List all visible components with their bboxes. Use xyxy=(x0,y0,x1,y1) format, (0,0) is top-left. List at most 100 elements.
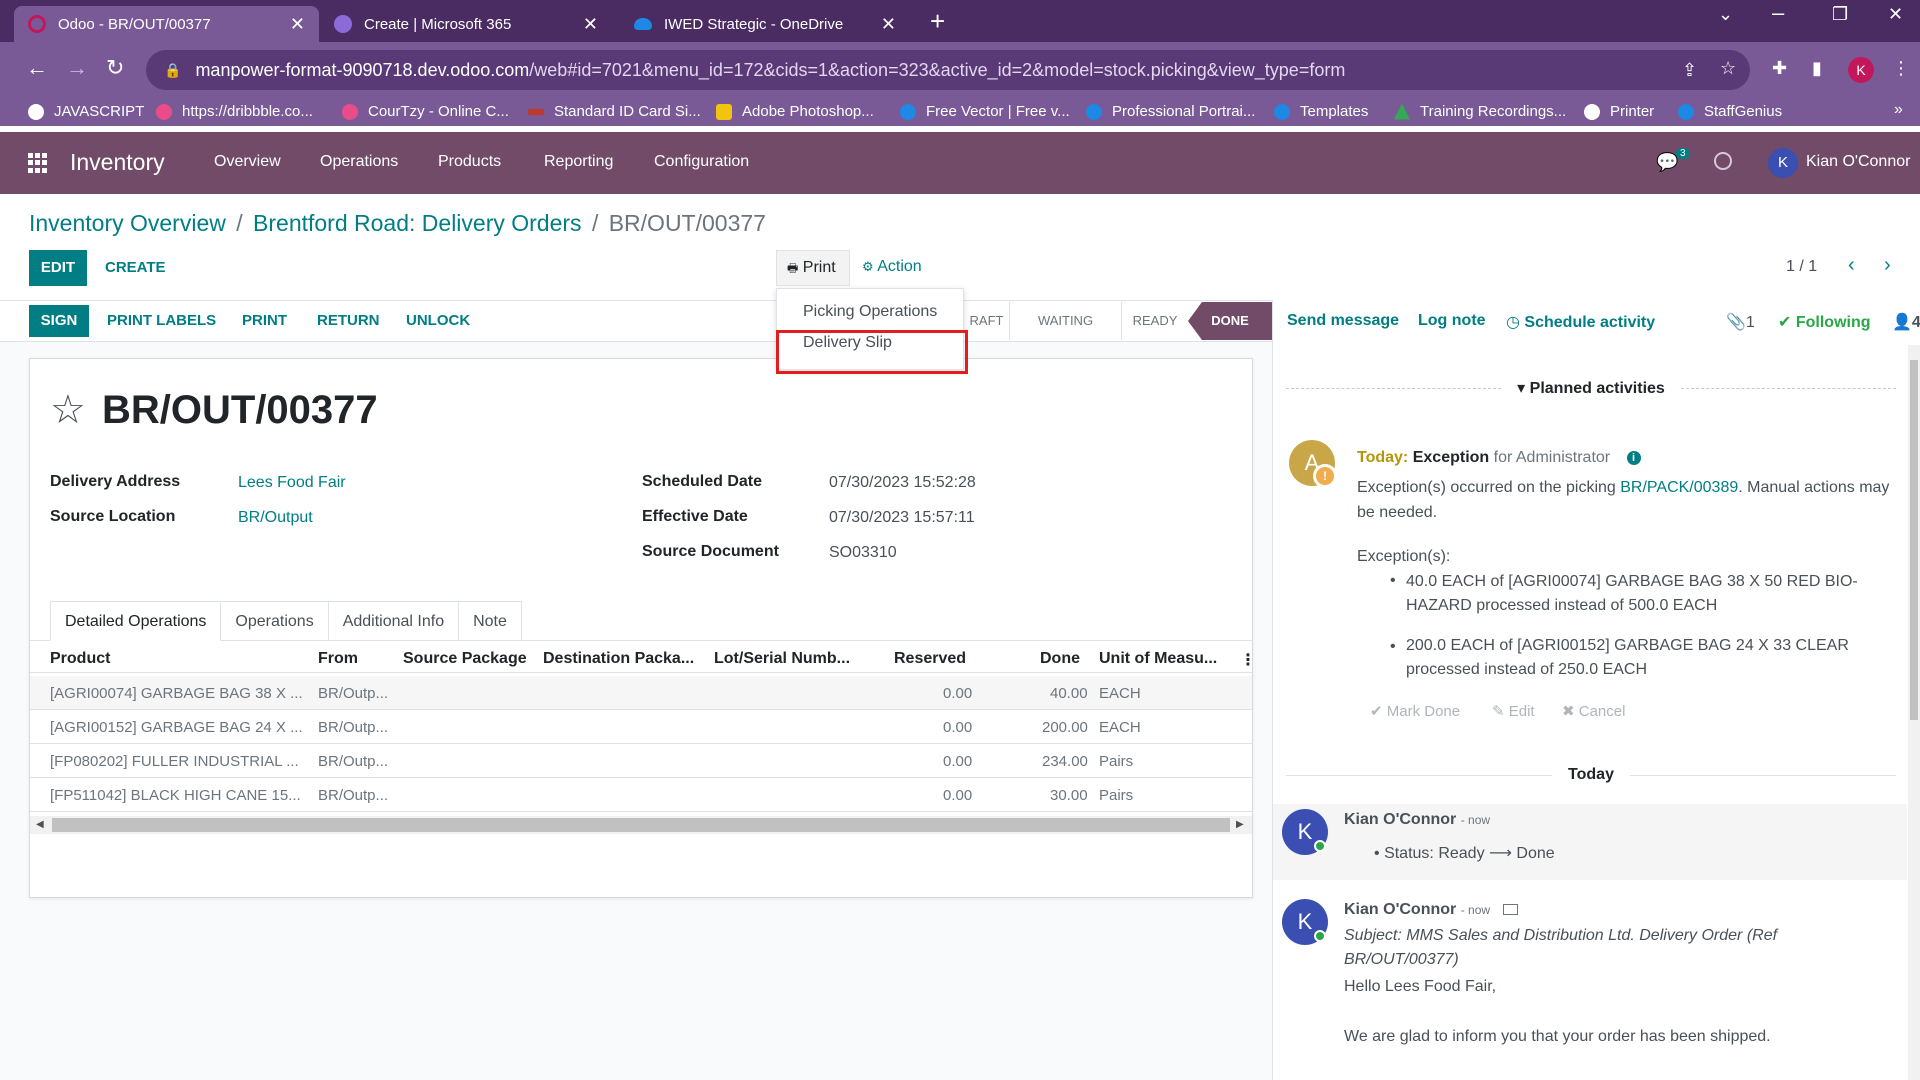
row-from: BR/Outp... xyxy=(318,719,389,736)
bookmark-free-vector[interactable]: Free Vector | Free v... xyxy=(900,103,1070,120)
arrow-right-icon: ⟶ xyxy=(1489,845,1512,862)
restore-icon[interactable]: ❐ xyxy=(1832,4,1848,25)
menu-item-picking-operations[interactable]: Picking Operations xyxy=(803,303,937,321)
pager-value[interactable]: 1 / 1 xyxy=(1786,258,1817,276)
back-icon[interactable]: ← xyxy=(26,56,48,80)
apps-grid-icon[interactable] xyxy=(28,153,48,173)
return-button[interactable]: RETURN xyxy=(317,312,380,329)
stage-ready[interactable]: READY xyxy=(1122,302,1188,340)
menu-configuration[interactable]: Configuration xyxy=(654,153,749,171)
pager-previous-icon[interactable]: ‹ xyxy=(1848,254,1855,277)
mark-done-button[interactable]: ✔ Mark Done xyxy=(1370,702,1460,720)
unlock-button[interactable]: UNLOCK xyxy=(406,312,470,329)
horizontal-scrollbar-thumb[interactable] xyxy=(52,818,1230,832)
close-tab-icon[interactable]: ✕ xyxy=(290,14,305,35)
bookmark-courtzy[interactable]: CourTzy - Online C... xyxy=(342,103,509,120)
reload-icon[interactable]: ↻ xyxy=(106,56,124,80)
info-icon[interactable]: i xyxy=(1626,450,1641,465)
col-from[interactable]: From xyxy=(318,650,358,668)
side-panel-icon[interactable]: ▮ xyxy=(1812,58,1822,79)
col-destination-package[interactable]: Destination Packa... xyxy=(543,650,694,668)
bookmark-staffgenius[interactable]: StaffGenius xyxy=(1678,103,1782,120)
forward-icon[interactable]: → xyxy=(66,56,88,80)
tab-additional-info[interactable]: Additional Info xyxy=(328,601,460,641)
column-options-icon[interactable]: ⋮ xyxy=(1240,650,1256,670)
user-name[interactable]: Kian O'Connor xyxy=(1806,153,1910,171)
share-icon[interactable]: ⇪ xyxy=(1682,60,1697,81)
chatter-scrollbar-thumb[interactable] xyxy=(1910,360,1918,720)
user-avatar[interactable]: K xyxy=(1768,148,1798,178)
col-reserved[interactable]: Reserved xyxy=(894,650,966,668)
bookmark-javascript[interactable]: JAVASCRIPT xyxy=(28,103,144,120)
bookmark-star-icon[interactable]: ☆ xyxy=(1720,58,1736,79)
following-button[interactable]: ✔ Following xyxy=(1778,312,1871,332)
breadcrumb-delivery-orders[interactable]: Brentford Road: Delivery Orders xyxy=(253,210,582,236)
bookmark-printer[interactable]: Printer xyxy=(1584,103,1654,120)
menu-overview[interactable]: Overview xyxy=(214,153,281,171)
new-tab-button[interactable]: + xyxy=(930,6,945,36)
col-source-package[interactable]: Source Package xyxy=(403,650,527,668)
col-unit-of-measure[interactable]: Unit of Measu... xyxy=(1099,650,1217,668)
stage-done[interactable]: DONE xyxy=(1188,302,1272,340)
scroll-right-icon[interactable]: ▶ xyxy=(1236,816,1244,834)
close-tab-icon[interactable]: ✕ xyxy=(583,14,598,35)
tab-detailed-operations[interactable]: Detailed Operations xyxy=(50,601,222,641)
bookmark-professional-portrait[interactable]: Professional Portrai... xyxy=(1086,103,1255,120)
minimize-icon[interactable]: – xyxy=(1772,0,1784,26)
stage-draft[interactable]: RAFT xyxy=(964,302,1010,340)
extensions-icon[interactable]: ✚ xyxy=(1772,58,1787,79)
menu-products[interactable]: Products xyxy=(438,153,501,171)
online-status-icon xyxy=(1314,840,1326,852)
browser-tab-onedrive[interactable]: IWED Strategic - OneDrive ✕ xyxy=(620,6,910,42)
tab-note[interactable]: Note xyxy=(459,601,522,641)
pager-next-icon[interactable]: › xyxy=(1884,254,1891,277)
send-message-button[interactable]: Send message xyxy=(1287,312,1399,330)
activity-clock-icon[interactable] xyxy=(1714,152,1732,170)
cancel-activity-button[interactable]: ✖ Cancel xyxy=(1562,702,1625,720)
close-window-icon[interactable]: ✕ xyxy=(1888,4,1903,25)
more-bookmarks-icon[interactable]: » xyxy=(1894,101,1903,119)
messaging-icon[interactable]: 💬 xyxy=(1656,152,1678,173)
delivery-address-value[interactable]: Lees Food Fair xyxy=(238,474,346,492)
bookmark-dribbble[interactable]: https://dribbble.co... xyxy=(156,103,313,120)
bookmark-adobe-photoshop[interactable]: Adobe Photoshop... xyxy=(716,103,874,120)
action-dropdown-button[interactable]: ⚙ Action xyxy=(862,258,922,276)
profile-avatar[interactable]: K xyxy=(1848,57,1874,83)
pack-link[interactable]: BR/PACK/00389 xyxy=(1620,479,1738,496)
create-button[interactable]: CREATE xyxy=(105,259,166,276)
priority-star-icon[interactable]: ☆ xyxy=(50,388,86,432)
scroll-left-icon[interactable]: ◀ xyxy=(36,816,44,834)
edit-button[interactable]: EDIT xyxy=(29,250,87,286)
planned-activities-toggle[interactable]: ▾ Planned activities xyxy=(1501,378,1681,398)
bookmark-templates[interactable]: Templates xyxy=(1274,103,1368,120)
col-lot-serial[interactable]: Lot/Serial Numb... xyxy=(714,650,850,668)
print-labels-button[interactable]: PRINT LABELS xyxy=(107,312,216,329)
bookmark-training-recordings[interactable]: Training Recordings... xyxy=(1394,103,1566,120)
close-tab-icon[interactable]: ✕ xyxy=(881,14,896,35)
browser-tab-odoo[interactable]: Odoo - BR/OUT/00377 ✕ xyxy=(14,6,319,42)
stage-waiting[interactable]: WAITING xyxy=(1010,302,1122,340)
app-name[interactable]: Inventory xyxy=(70,149,165,176)
menu-operations[interactable]: Operations xyxy=(320,153,398,171)
log-note-button[interactable]: Log note xyxy=(1418,312,1486,330)
sign-button[interactable]: SIGN xyxy=(29,305,89,337)
col-done[interactable]: Done xyxy=(1040,650,1080,668)
browser-tab-microsoft365[interactable]: Create | Microsoft 365 ✕ xyxy=(320,6,612,42)
tab-operations[interactable]: Operations xyxy=(221,601,329,641)
browser-menu-icon[interactable]: ⋮ xyxy=(1892,58,1910,79)
menu-reporting[interactable]: Reporting xyxy=(544,153,613,171)
print-dropdown-button[interactable]: 🖶 Print xyxy=(776,250,850,286)
source-location-value[interactable]: BR/Output xyxy=(238,509,313,527)
bookmark-standard-id[interactable]: Standard ID Card Si... xyxy=(528,103,701,120)
exception-item: 200.0 EACH of [AGRI00152] GARBAGE BAG 24… xyxy=(1406,637,1849,678)
schedule-activity-button[interactable]: ◷ Schedule activity xyxy=(1506,312,1655,332)
tab-search-icon[interactable]: ⌄ xyxy=(1718,4,1733,25)
edit-activity-button[interactable]: ✎ Edit xyxy=(1492,702,1535,720)
breadcrumb-inventory-overview[interactable]: Inventory Overview xyxy=(29,210,226,236)
print-button[interactable]: PRINT xyxy=(242,312,287,329)
attachments-button[interactable]: 📎1 xyxy=(1726,312,1755,332)
url-input[interactable]: 🔒 manpower-format-9090718.dev.odoo.com/w… xyxy=(146,50,1750,90)
followers-button[interactable]: 👤4 xyxy=(1892,312,1920,332)
col-product[interactable]: Product xyxy=(50,650,110,668)
planned-activities-divider: ▾ Planned activities xyxy=(1286,378,1896,398)
